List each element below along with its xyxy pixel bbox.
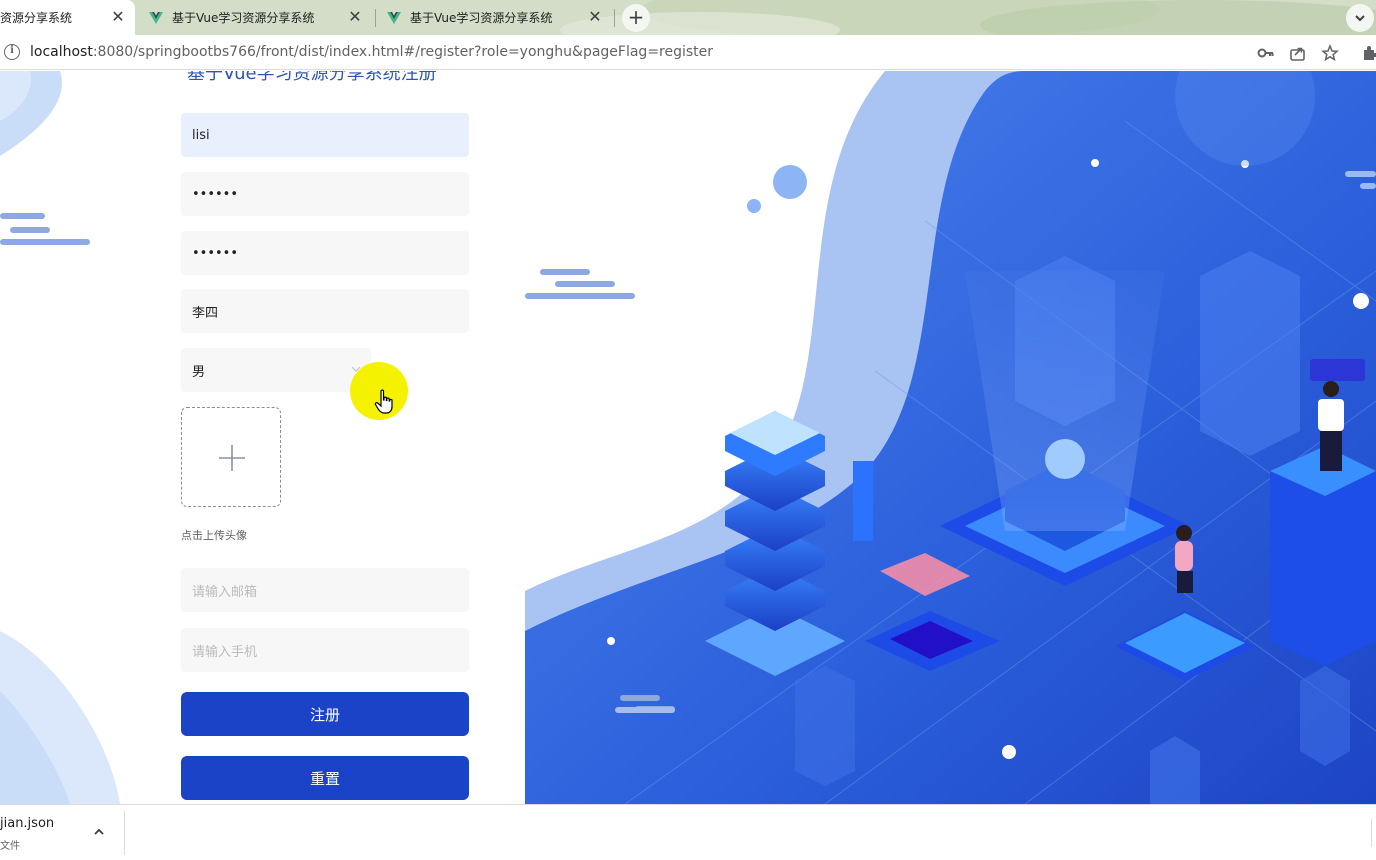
chevron-down-icon xyxy=(1355,15,1365,22)
tab-title: 基于Vue学习资源分享系统 xyxy=(410,11,553,25)
upload-hint: 点击上传头像 xyxy=(181,529,247,542)
extensions-icon[interactable] xyxy=(1360,44,1376,62)
reset-button[interactable]: 重置 xyxy=(181,756,469,800)
right-background-illustration xyxy=(525,71,1376,804)
url-path: :8080/springbootbs766/front/dist/index.h… xyxy=(92,44,714,60)
chevron-up-icon[interactable] xyxy=(92,825,106,839)
gender-select-value: 男 xyxy=(192,364,206,380)
avatar-upload[interactable] xyxy=(181,407,281,507)
url-host: localhost xyxy=(30,44,93,60)
download-separator xyxy=(124,811,125,855)
tab-separator xyxy=(614,9,615,27)
tab-title: 资源分享系统 xyxy=(0,11,73,25)
account-input[interactable]: lisi xyxy=(181,113,469,157)
vue-favicon-icon xyxy=(387,11,401,24)
url-field[interactable]: localhost:8080/springbootbs766/front/dis… xyxy=(30,44,713,60)
form-title: 基于Vue学习资源分享系统注册 xyxy=(187,71,437,84)
download-shelf: jian.json 文件 xyxy=(0,804,1376,860)
tab-search-button[interactable] xyxy=(1346,4,1374,32)
close-icon[interactable]: ✕ xyxy=(586,8,604,26)
register-button[interactable]: 注册 xyxy=(181,692,469,736)
tab-vue-2[interactable]: 基于Vue学习资源分享系统 ✕ xyxy=(376,0,614,35)
share-icon[interactable] xyxy=(1289,44,1307,62)
password-input[interactable]: •••••• xyxy=(181,172,469,216)
tab-strip: 资源分享系统 ✕ 基于Vue学习资源分享系统 ✕ 基于Vue学习资源分享系统 ✕… xyxy=(0,0,1376,35)
info-icon[interactable]: i xyxy=(4,44,20,60)
register-form-panel: 基于Vue学习资源分享系统注册 lisi •••••• •••••• 李四 男 … xyxy=(125,71,525,804)
download-file-name[interactable]: jian.json xyxy=(0,816,54,831)
key-icon[interactable] xyxy=(1257,44,1275,62)
gender-select[interactable]: 男 xyxy=(181,348,371,392)
phone-input[interactable]: 请输入手机 xyxy=(181,628,469,672)
address-bar: i localhost:8080/springbootbs766/front/d… xyxy=(0,35,1376,70)
download-file-type: 文件 xyxy=(0,841,20,852)
new-tab-button[interactable]: + xyxy=(622,4,650,32)
page-viewport: 基于Vue学习资源分享系统注册 lisi •••••• •••••• 李四 男 … xyxy=(0,71,1376,804)
left-background-illustration xyxy=(0,71,125,804)
star-icon[interactable] xyxy=(1321,44,1339,62)
tab-active[interactable]: 资源分享系统 ✕ xyxy=(0,0,135,35)
tab-title: 基于Vue学习资源分享系统 xyxy=(172,11,315,25)
plus-icon xyxy=(219,445,245,471)
close-icon[interactable]: ✕ xyxy=(346,8,364,26)
confirm-password-input[interactable]: •••••• xyxy=(181,231,469,275)
close-icon[interactable]: ✕ xyxy=(109,8,127,26)
tab-vue-1[interactable]: 基于Vue学习资源分享系统 ✕ xyxy=(136,0,374,35)
shelf-edge xyxy=(1371,819,1376,847)
name-input[interactable]: 李四 xyxy=(181,289,469,333)
hand-cursor-icon xyxy=(374,389,393,414)
vue-favicon-icon xyxy=(149,11,163,24)
email-input[interactable]: 请输入邮箱 xyxy=(181,568,469,612)
